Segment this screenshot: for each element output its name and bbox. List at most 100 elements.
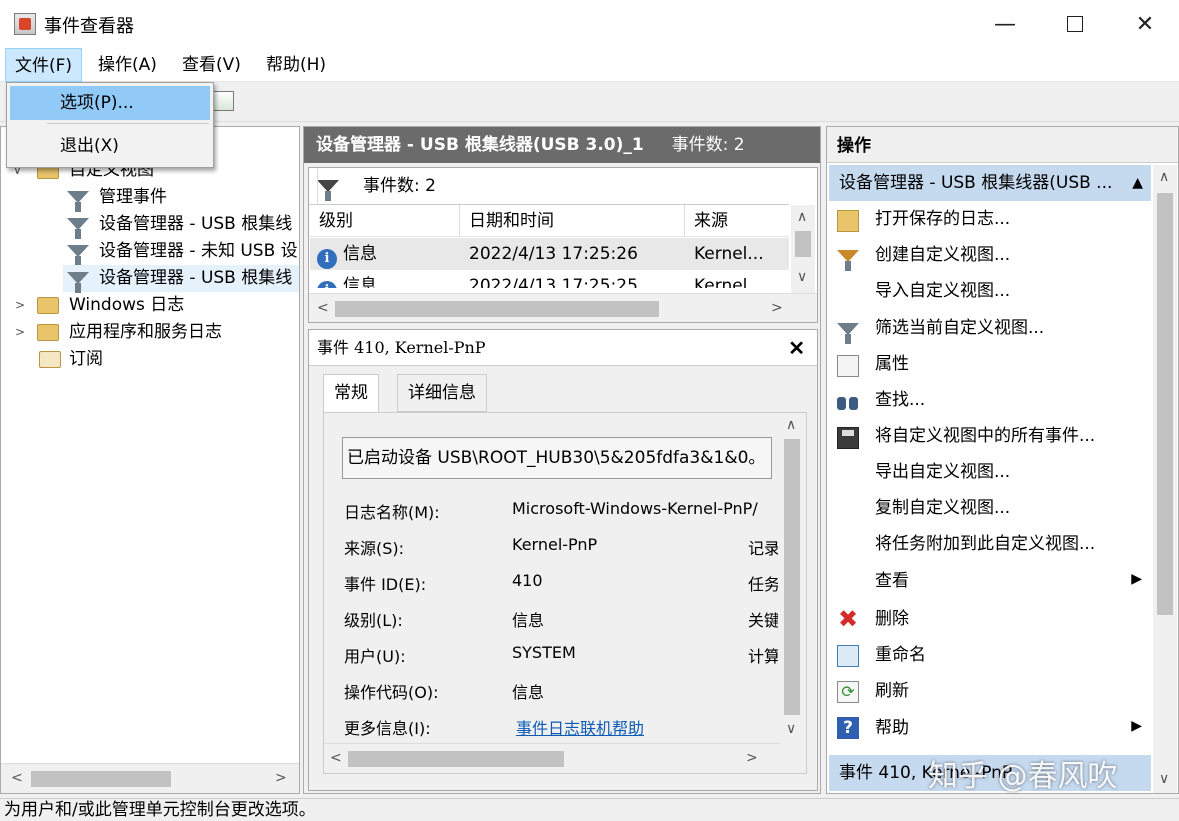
action-import-custom-view[interactable]: 导入自定义视图... — [875, 273, 1010, 309]
action-export-custom-view[interactable]: 导出自定义视图... — [875, 454, 1010, 490]
detail-horizontal-scrollbar[interactable]: < > — [324, 743, 780, 773]
minimize-button[interactable]: — — [970, 0, 1040, 48]
window-title: 事件查看器 — [44, 16, 134, 37]
expand-chevron-icon[interactable]: > — [15, 319, 25, 346]
close-detail-icon[interactable]: ✕ — [788, 330, 805, 366]
binoculars-icon — [837, 391, 859, 413]
event-count: 事件数: 2 — [671, 135, 745, 155]
scroll-up-icon[interactable]: ∧ — [786, 417, 796, 433]
filter-event-count: 事件数: 2 — [363, 176, 436, 196]
action-view-submenu[interactable]: 查看 — [875, 563, 909, 599]
event-detail-header: 事件 410, Kernel-PnP ✕ — [309, 330, 817, 366]
event-row[interactable]: i 信息 2022/4/13 17:25:25 Kernel... — [310, 270, 789, 288]
action-refresh[interactable]: 刷新 — [875, 673, 909, 709]
action-properties[interactable]: 属性 — [875, 346, 909, 382]
subscription-icon — [39, 351, 61, 368]
title-bar: 事件查看器 — ✕ — [0, 0, 1179, 48]
submenu-arrow-icon: ▶ — [1131, 571, 1142, 587]
menu-exit-item[interactable]: 退出(X) — [10, 129, 210, 163]
scrollbar-thumb[interactable] — [784, 439, 800, 715]
prop-extra: 计算 — [748, 647, 778, 666]
menu-view[interactable]: 查看(V) — [173, 48, 250, 82]
event-message[interactable]: 已启动设备 USB\ROOT_HUB30\5&205fdfa3&1&0。 — [342, 437, 772, 479]
actions-section-view[interactable]: 设备管理器 - USB 根集线器(USB ... ▲ — [829, 165, 1151, 201]
prop-value: Kernel-PnP — [512, 535, 598, 554]
view-title: 设备管理器 - USB 根集线器(USB 3.0)_1 — [316, 135, 644, 155]
tree-dm-usb-root-selected[interactable]: 设备管理器 - USB 根集线 — [63, 265, 299, 293]
action-copy-custom-view[interactable]: 复制自定义视图... — [875, 490, 1010, 526]
event-detail-title: 事件 410, Kernel-PnP — [317, 338, 486, 357]
tree-horizontal-scrollbar[interactable]: < > — [1, 763, 299, 793]
delete-icon: ✖ — [837, 605, 859, 633]
collapse-up-icon[interactable]: ▲ — [1132, 165, 1143, 201]
scroll-down-icon[interactable]: ∨ — [797, 269, 807, 285]
scroll-up-icon[interactable]: ∧ — [1159, 169, 1169, 185]
submenu-arrow-icon: ▶ — [1131, 718, 1142, 734]
scrollbar-thumb[interactable] — [795, 231, 811, 257]
action-open-saved-log[interactable]: 打开保存的日志... — [875, 201, 1010, 237]
scroll-left-icon[interactable]: < — [11, 770, 23, 786]
tree-label: Windows 日志 — [69, 295, 185, 315]
menu-help[interactable]: 帮助(H) — [257, 48, 335, 82]
scrollbar-thumb[interactable] — [335, 301, 659, 317]
detail-vertical-scrollbar[interactable]: ∧ ∨ — [780, 413, 804, 743]
event-source: Kernel... — [694, 244, 764, 264]
prop-label: 事件 ID(E): — [344, 575, 427, 594]
filter-icon — [837, 319, 859, 344]
scroll-left-icon[interactable]: < — [317, 300, 329, 316]
prop-extra: 关键 — [748, 611, 778, 630]
section-title: 设备管理器 - USB 根集线器(USB ... — [839, 173, 1113, 193]
scroll-right-icon[interactable]: > — [771, 300, 783, 316]
tab-details[interactable]: 详细信息 — [397, 374, 487, 412]
navigation-tree: ∨ 自定义视图 管理事件 设备管理器 - USB 根集线 设备管理器 - 未知 … — [0, 126, 300, 794]
actions-vertical-scrollbar[interactable]: ∧ ∨ — [1153, 165, 1177, 793]
expand-chevron-icon[interactable]: > — [15, 292, 25, 319]
scrollbar-thumb[interactable] — [1157, 193, 1173, 615]
event-source: Kernel... — [694, 276, 764, 288]
toolbar-properties-icon[interactable] — [212, 91, 234, 111]
tree-label: 应用程序和服务日志 — [69, 322, 222, 342]
event-list-horizontal-scrollbar[interactable]: < > — [309, 293, 817, 322]
column-source[interactable]: 来源 — [694, 205, 728, 237]
scrollbar-thumb[interactable] — [31, 771, 171, 787]
scroll-right-icon[interactable]: > — [746, 750, 758, 766]
action-save-all-events[interactable]: 将自定义视图中的所有事件... — [875, 418, 1095, 454]
prop-extra: 任务 — [748, 575, 778, 594]
event-viewer-app-icon — [14, 13, 36, 35]
scroll-right-icon[interactable]: > — [275, 770, 287, 786]
event-row[interactable]: i 信息 2022/4/13 17:25:26 Kernel... — [310, 238, 789, 270]
prop-value: Microsoft-Windows-Kernel-PnP/ — [512, 499, 758, 518]
filter-icon — [67, 245, 89, 266]
close-button[interactable]: ✕ — [1110, 0, 1179, 48]
event-list-vertical-scrollbar[interactable]: ∧ ∨ — [791, 205, 815, 293]
action-filter-current-view[interactable]: 筛选当前自定义视图... — [875, 310, 1044, 346]
filter-icon — [67, 272, 89, 293]
folder-icon — [37, 324, 59, 341]
help-icon: ? — [837, 717, 859, 739]
maximize-button[interactable] — [1040, 0, 1110, 48]
scroll-down-icon[interactable]: ∨ — [1159, 771, 1169, 787]
online-help-link[interactable]: 事件日志联机帮助 — [516, 715, 644, 739]
prop-label: 日志名称(M): — [344, 503, 440, 522]
action-delete[interactable]: 删除 — [875, 601, 909, 637]
events-pane-header: 设备管理器 - USB 根集线器(USB 3.0)_1 事件数: 2 — [304, 127, 820, 163]
menu-action[interactable]: 操作(A) — [89, 48, 166, 82]
column-level[interactable]: 级别 — [319, 205, 353, 237]
action-create-custom-view[interactable]: 创建自定义视图... — [875, 237, 1010, 273]
tree-label: 管理事件 — [99, 187, 167, 207]
action-rename[interactable]: 重命名 — [875, 637, 926, 673]
scroll-left-icon[interactable]: < — [330, 750, 342, 766]
status-bar: 为用户和/或此管理单元控制台更改选项。 — [0, 798, 1179, 820]
tab-general[interactable]: 常规 — [323, 374, 379, 414]
event-detail-pane: 事件 410, Kernel-PnP ✕ 常规 详细信息 已启动设备 USB\R… — [308, 329, 818, 791]
scroll-down-icon[interactable]: ∨ — [786, 721, 796, 737]
info-icon: i — [317, 281, 337, 288]
menu-file[interactable]: 文件(F) — [5, 48, 83, 82]
action-attach-task[interactable]: 将任务附加到此自定义视图... — [875, 526, 1095, 562]
scrollbar-thumb[interactable] — [348, 751, 564, 767]
menu-options-item[interactable]: 选项(P)... — [10, 86, 210, 120]
action-help-submenu[interactable]: 帮助 — [875, 710, 909, 746]
scroll-up-icon[interactable]: ∧ — [797, 209, 807, 225]
column-datetime[interactable]: 日期和时间 — [469, 205, 554, 237]
action-find[interactable]: 查找... — [875, 382, 925, 418]
